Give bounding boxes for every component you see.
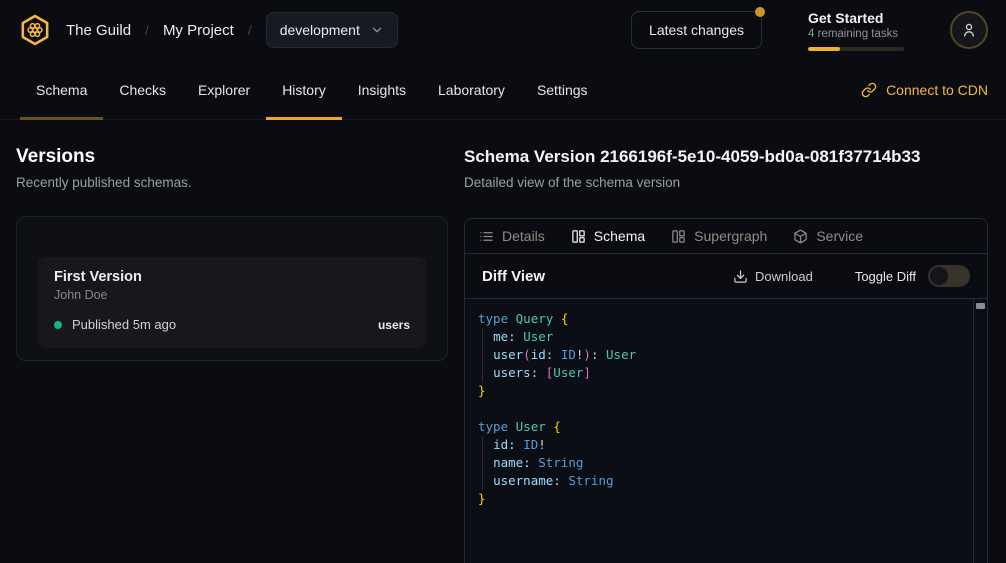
panels-icon — [671, 229, 686, 244]
breadcrumb-separator: / — [145, 22, 149, 38]
progress-fill — [808, 47, 840, 51]
code-line: id: ID! — [478, 436, 961, 454]
tab-label: Checks — [119, 82, 166, 98]
notification-dot — [755, 7, 765, 17]
tab-laboratory[interactable]: Laboratory — [422, 60, 521, 119]
code-line: name: String — [478, 454, 961, 472]
person-icon — [960, 21, 978, 39]
breadcrumb-org[interactable]: The Guild — [66, 22, 131, 39]
latest-changes-button[interactable]: Latest changes — [631, 11, 762, 49]
toggle-diff-switch[interactable] — [928, 265, 970, 287]
progress-bar — [808, 47, 904, 51]
detail-tab-service[interactable]: Service — [793, 228, 863, 244]
code-line: } — [478, 382, 961, 400]
detail-tab-label: Schema — [594, 228, 645, 244]
header: The Guild / My Project / development Lat… — [0, 0, 1006, 60]
connect-to-cdn-link[interactable]: Connect to CDN — [861, 60, 988, 119]
detail-tab-label: Supergraph — [694, 228, 767, 244]
breadcrumb-separator: / — [248, 22, 252, 38]
published-status-dot — [54, 321, 62, 329]
tab-label: Explorer — [198, 82, 250, 98]
tab-insights[interactable]: Insights — [342, 60, 422, 119]
detail-tabs: Details Schema Supergraph — [465, 219, 987, 254]
download-label: Download — [755, 269, 813, 284]
code-line — [478, 400, 961, 418]
hive-logo[interactable] — [18, 13, 52, 47]
hexagon-hive-icon — [18, 13, 52, 47]
download-icon — [733, 269, 748, 284]
code-scrollbar — [973, 299, 987, 563]
versions-card: First Version John Doe Published 5m ago … — [16, 216, 448, 361]
tab-settings[interactable]: Settings — [521, 60, 604, 119]
code-line: type User { — [478, 418, 961, 436]
header-actions: Latest changes Get Started 4 remaining t… — [631, 10, 988, 51]
environment-selector[interactable]: development — [266, 12, 398, 48]
connect-to-cdn-label: Connect to CDN — [886, 82, 988, 98]
code-line: me: User — [478, 328, 961, 346]
user-avatar[interactable] — [950, 11, 988, 49]
versions-column: Versions Recently published schemas. Fir… — [16, 146, 448, 563]
get-started-subtitle: 4 remaining tasks — [808, 28, 904, 40]
detail-tab-label: Details — [502, 228, 545, 244]
tab-history[interactable]: History — [266, 60, 342, 119]
detail-tab-label: Service — [816, 228, 863, 244]
latest-changes-label: Latest changes — [649, 22, 744, 38]
code-line: } — [478, 490, 961, 508]
code-line: username: String — [478, 472, 961, 490]
panels-icon — [571, 229, 586, 244]
version-detail-subtitle: Detailed view of the schema version — [464, 174, 988, 192]
tab-label: History — [282, 82, 326, 98]
link-icon — [861, 82, 877, 98]
diff-view-title: Diff View — [482, 268, 545, 285]
version-list-item[interactable]: First Version John Doe Published 5m ago … — [38, 257, 426, 348]
code-content: type Query { me: User user(id: ID!): Use… — [478, 310, 961, 508]
tab-schema[interactable]: Schema — [20, 60, 103, 119]
download-button[interactable]: Download — [733, 269, 813, 284]
versions-subtitle: Recently published schemas. — [16, 174, 448, 192]
diff-view-actions: Download Toggle Diff — [733, 265, 970, 287]
version-detail-title: Schema Version 2166196f-5e10-4059-bd0a-0… — [464, 146, 988, 168]
version-status-row: Published 5m ago users — [54, 317, 410, 332]
diff-view-header: Diff View Download Toggle Diff — [465, 254, 987, 299]
versions-title: Versions — [16, 146, 448, 168]
tab-checks[interactable]: Checks — [103, 60, 182, 119]
environment-selector-value: development — [280, 22, 360, 38]
list-icon — [479, 229, 494, 244]
box-icon — [793, 229, 808, 244]
tab-label: Settings — [537, 82, 588, 98]
app-window: The Guild / My Project / development Lat… — [0, 0, 1006, 563]
detail-tab-details[interactable]: Details — [479, 228, 545, 244]
toggle-knob — [930, 267, 948, 285]
breadcrumb: The Guild / My Project / development — [66, 12, 398, 48]
tab-label: Insights — [358, 82, 406, 98]
version-name: First Version — [54, 269, 410, 285]
version-detail-panel: Details Schema Supergraph — [464, 218, 988, 563]
toggle-diff-label: Toggle Diff — [855, 269, 916, 284]
service-badge: users — [378, 318, 410, 332]
schema-code-viewer[interactable]: type Query { me: User user(id: ID!): Use… — [465, 299, 987, 563]
detail-tab-supergraph[interactable]: Supergraph — [671, 228, 767, 244]
main-content: Versions Recently published schemas. Fir… — [0, 120, 1006, 563]
version-detail-column: Schema Version 2166196f-5e10-4059-bd0a-0… — [464, 146, 988, 563]
detail-tab-schema[interactable]: Schema — [571, 228, 645, 244]
code-line: users: [User] — [478, 364, 961, 382]
scrollbar-thumb[interactable] — [976, 303, 985, 309]
tab-explorer[interactable]: Explorer — [182, 60, 266, 119]
code-line: type Query { — [478, 310, 961, 328]
get-started-title: Get Started — [808, 10, 904, 26]
target-nav-tabs: Schema Checks Explorer History Insights … — [0, 60, 1006, 120]
chevron-down-icon — [370, 23, 384, 37]
code-line: user(id: ID!): User — [478, 346, 961, 364]
tab-label: Laboratory — [438, 82, 505, 98]
tab-label: Schema — [36, 82, 87, 98]
get-started-widget[interactable]: Get Started 4 remaining tasks — [808, 10, 904, 51]
version-status: Published 5m ago — [72, 317, 176, 332]
version-author: John Doe — [54, 288, 410, 302]
breadcrumb-project[interactable]: My Project — [163, 22, 234, 39]
